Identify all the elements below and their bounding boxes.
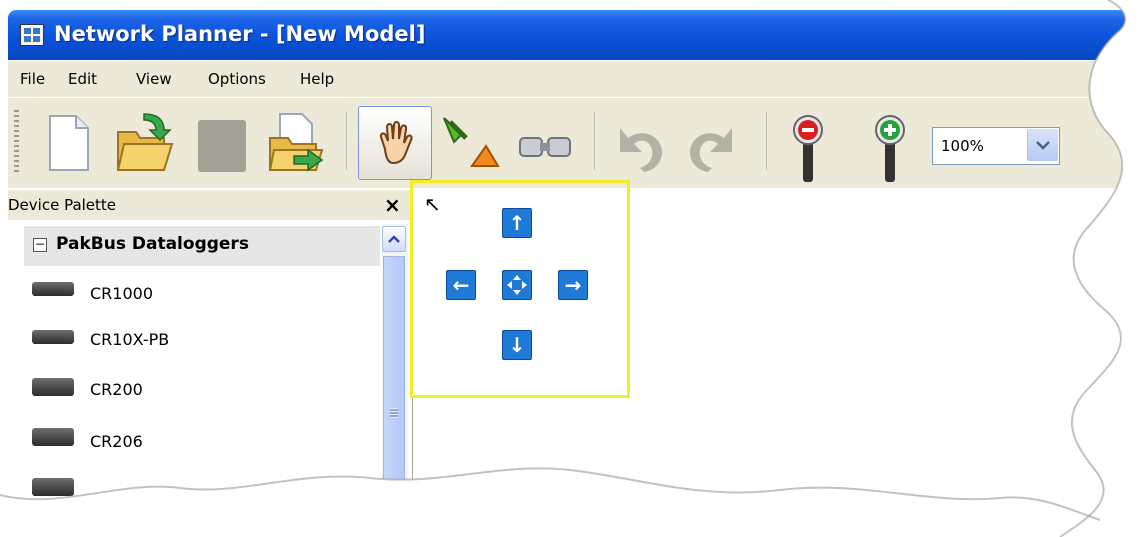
app-window: Network Planner - [New Model] File Edit … bbox=[0, 0, 1142, 537]
torn-edge-mask bbox=[0, 0, 1142, 537]
